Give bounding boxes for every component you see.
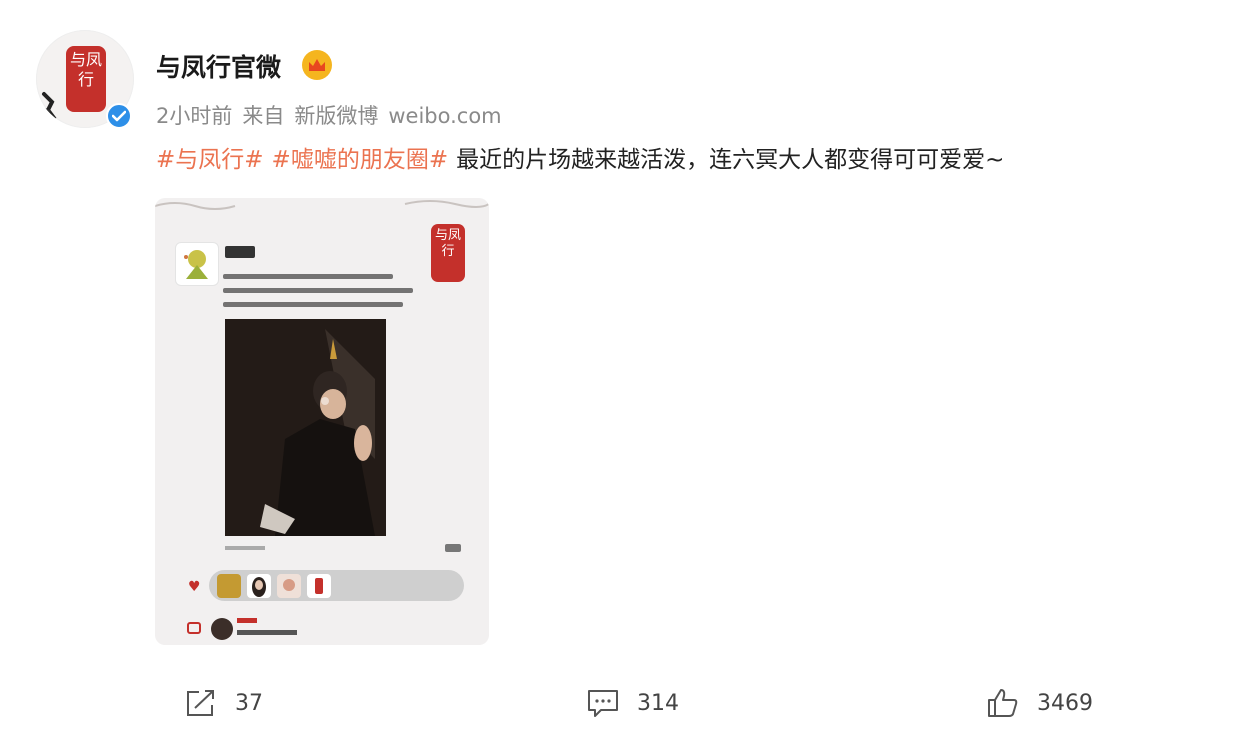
post-image[interactable]: 与凤行 ♥ (155, 198, 489, 645)
thumbs-up-icon (988, 689, 1018, 717)
comment-count: 314 (637, 690, 679, 716)
card-username-placeholder (225, 246, 255, 258)
comment-icon (187, 622, 201, 634)
source-client: 新版微博 (294, 104, 379, 128)
hashtag-link[interactable]: #嘘嘘的朋友圈# (272, 147, 449, 173)
card-text-line (223, 274, 393, 279)
liker-avatar (247, 574, 271, 598)
hashtag-link[interactable]: #与凤行# (156, 147, 264, 173)
comment-icon (588, 690, 618, 717)
comment-text-placeholder (237, 630, 297, 635)
post-text: #与凤行# #嘘嘘的朋友圈# 最近的片场越来越活泼，连六冥大人都变得可可爱爱~ (156, 140, 1004, 174)
like-count: 3469 (1037, 690, 1093, 716)
repost-icon (187, 690, 214, 716)
username[interactable]: 与凤行官微 (156, 48, 281, 84)
repost-button[interactable]: 37 (185, 686, 263, 720)
avatar-seal-logo: 与凤行 (66, 46, 106, 112)
liker-avatar (217, 574, 241, 598)
repost-count: 37 (235, 690, 263, 716)
verified-check-icon (106, 103, 132, 129)
heart-icon: ♥ (188, 579, 201, 595)
card-text-line (223, 288, 413, 293)
comment-button[interactable]: 314 (587, 686, 679, 720)
commenter-name-placeholder (237, 618, 257, 623)
source-domain: weibo.com (388, 104, 502, 128)
commenter-avatar (211, 618, 233, 640)
liker-avatar (307, 574, 331, 598)
card-avatar (175, 242, 219, 286)
post-time[interactable]: 2小时前 (156, 104, 232, 128)
cloud-decoration-icon (155, 200, 489, 210)
card-text-line (223, 302, 403, 307)
more-dots-icon (445, 544, 461, 552)
drama-still-photo (225, 319, 386, 536)
post-body: 最近的片场越来越活泼，连六冥大人都变得可可爱爱~ (456, 147, 1005, 173)
post-meta: 2小时前 来自 新版微博 weibo.com (156, 100, 512, 130)
source-prefix: 来自 (242, 104, 285, 128)
like-button[interactable]: 3469 (987, 686, 1093, 720)
liker-avatar (277, 574, 301, 598)
card-time-placeholder (225, 546, 265, 550)
member-crown-icon[interactable] (302, 50, 332, 80)
card-seal-logo: 与凤行 (431, 224, 465, 282)
